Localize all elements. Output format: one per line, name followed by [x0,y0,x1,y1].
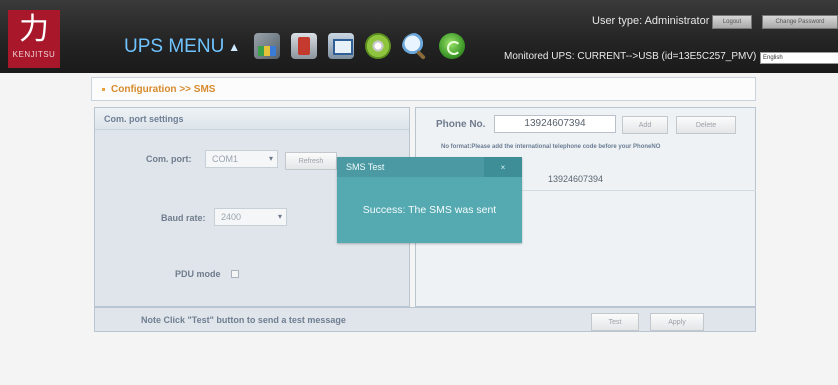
dialog-message: Success: The SMS was sent [362,204,497,216]
com-port-settings-title: Com. port settings [95,108,409,130]
ups-menu-label: UPS MENU [124,36,225,57]
change-password-button[interactable]: Change Password [762,15,838,29]
com-port-select[interactable]: COM1 ▾ [205,150,278,168]
add-phone-button[interactable]: Add [622,116,668,134]
phone-format-note: No format:Please add the international t… [441,144,661,150]
ups-menu-button[interactable]: UPS MENU ▲ [124,36,240,58]
header-bar: 力 KENJITSU UPS MENU ▲ User type: Adminis… [0,0,838,73]
breadcrumb-text: Configuration >> SMS [111,83,216,95]
delete-phone-button[interactable]: Delete [676,116,736,134]
configuration-icon[interactable] [328,33,354,59]
user-type-text: User type: Administrator [592,15,710,27]
baud-rate-label: Baud rate: [161,213,206,223]
bullet-icon [102,87,105,91]
phone-list-item[interactable]: 13924607394 [548,174,603,184]
breadcrumb: Configuration >> SMS [91,77,756,101]
toolbar [254,33,465,59]
logout-button[interactable]: Logout [712,15,752,29]
language-select[interactable]: English [760,52,838,64]
chevron-down-icon: ▾ [268,154,273,163]
test-button[interactable]: Test [591,313,639,331]
search-icon[interactable] [402,33,428,59]
disk-icon[interactable] [365,33,391,59]
dialog-title: SMS Test [346,162,385,172]
baud-rate-value: 2400 [221,212,242,222]
close-icon[interactable]: × [484,157,522,177]
apply-button[interactable]: Apply [650,313,704,331]
brand-logo: 力 KENJITSU [8,10,60,68]
baud-rate-select[interactable]: 2400 ▾ [214,208,287,226]
dialog-title-bar: SMS Test × [337,157,522,177]
sms-test-dialog: SMS Test × Success: The SMS was sent [337,157,522,243]
logo-mark: 力 [19,12,49,47]
chevron-down-icon: ▾ [277,212,282,221]
refresh-button[interactable]: Refresh [285,152,337,170]
note-text: Note Click "Test" button to send a test … [141,315,346,325]
phone-number-label: Phone No. [436,119,486,130]
com-port-value: COM1 [212,154,239,164]
caret-up-icon: ▲ [228,40,241,54]
refresh-icon[interactable] [439,33,465,59]
logo-text: KENJITSU [12,50,56,59]
pdu-mode-checkbox[interactable] [231,270,239,278]
pdu-mode-label: PDU mode [175,269,221,279]
report-icon[interactable] [254,33,280,59]
ups-icon[interactable] [291,33,317,59]
monitored-ups-text: Monitored UPS: CURRENT-->USB (id=13E5C25… [504,51,757,62]
phone-number-input[interactable]: 13924607394 [494,115,616,133]
com-port-label: Com. port: [146,154,192,164]
